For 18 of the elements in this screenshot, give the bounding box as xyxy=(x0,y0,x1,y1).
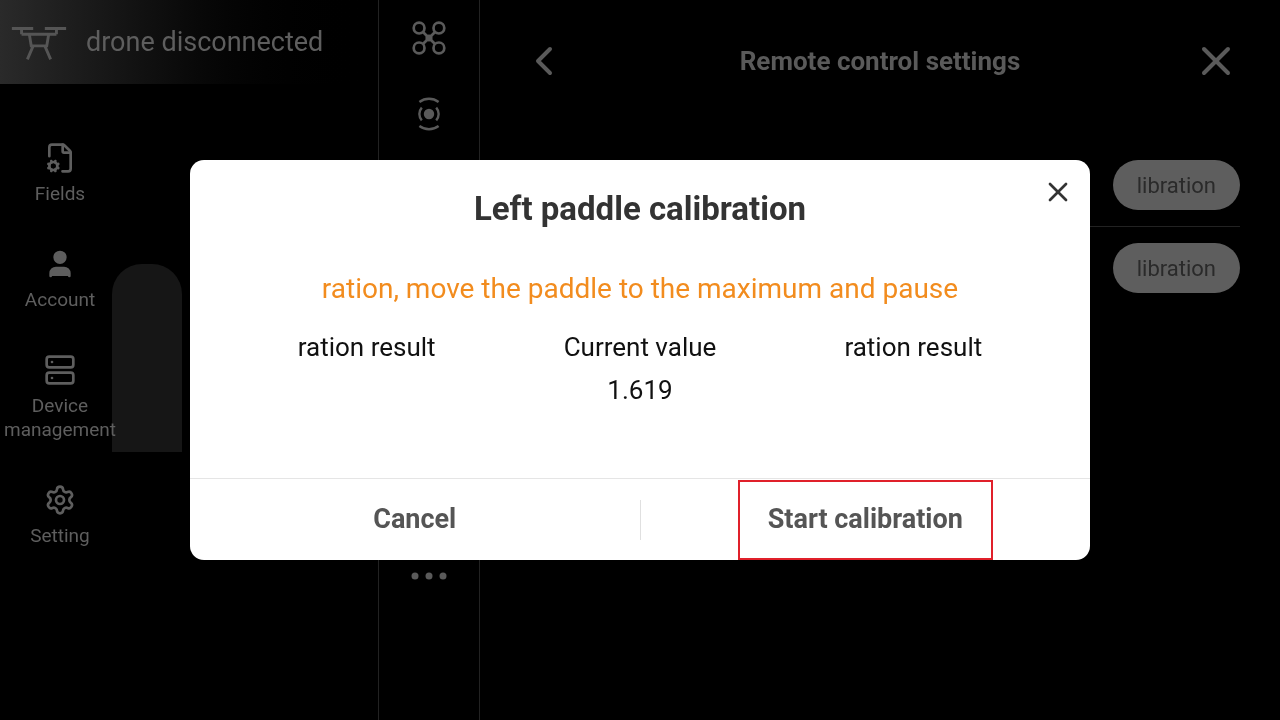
server-icon xyxy=(44,354,76,386)
column-label: Current value xyxy=(563,330,717,364)
panel-title: Remote control settings xyxy=(739,44,1021,78)
connection-status: drone disconnected xyxy=(86,24,324,60)
quadcopter-icon[interactable] xyxy=(411,20,447,56)
sidebar-item[interactable]: Device management xyxy=(0,354,120,442)
instruction-text: ration, move the paddle to the maximum and pause xyxy=(321,270,959,307)
more-icon[interactable] xyxy=(409,572,449,580)
sidebar-item[interactable]: Fields xyxy=(0,142,120,206)
dialog-title: Left paddle calibration xyxy=(473,188,807,230)
sidebar-item[interactable]: Account xyxy=(0,248,120,312)
dialog-button[interactable]: Start calibration xyxy=(737,479,993,560)
sidebar-item[interactable]: Setting xyxy=(0,484,120,548)
column-label: ration result xyxy=(844,330,983,364)
dialog-button[interactable]: Cancel xyxy=(343,479,487,560)
column-label: ration result xyxy=(297,330,436,364)
current-value: 1.619 xyxy=(607,373,673,407)
settings-icon xyxy=(44,484,76,516)
